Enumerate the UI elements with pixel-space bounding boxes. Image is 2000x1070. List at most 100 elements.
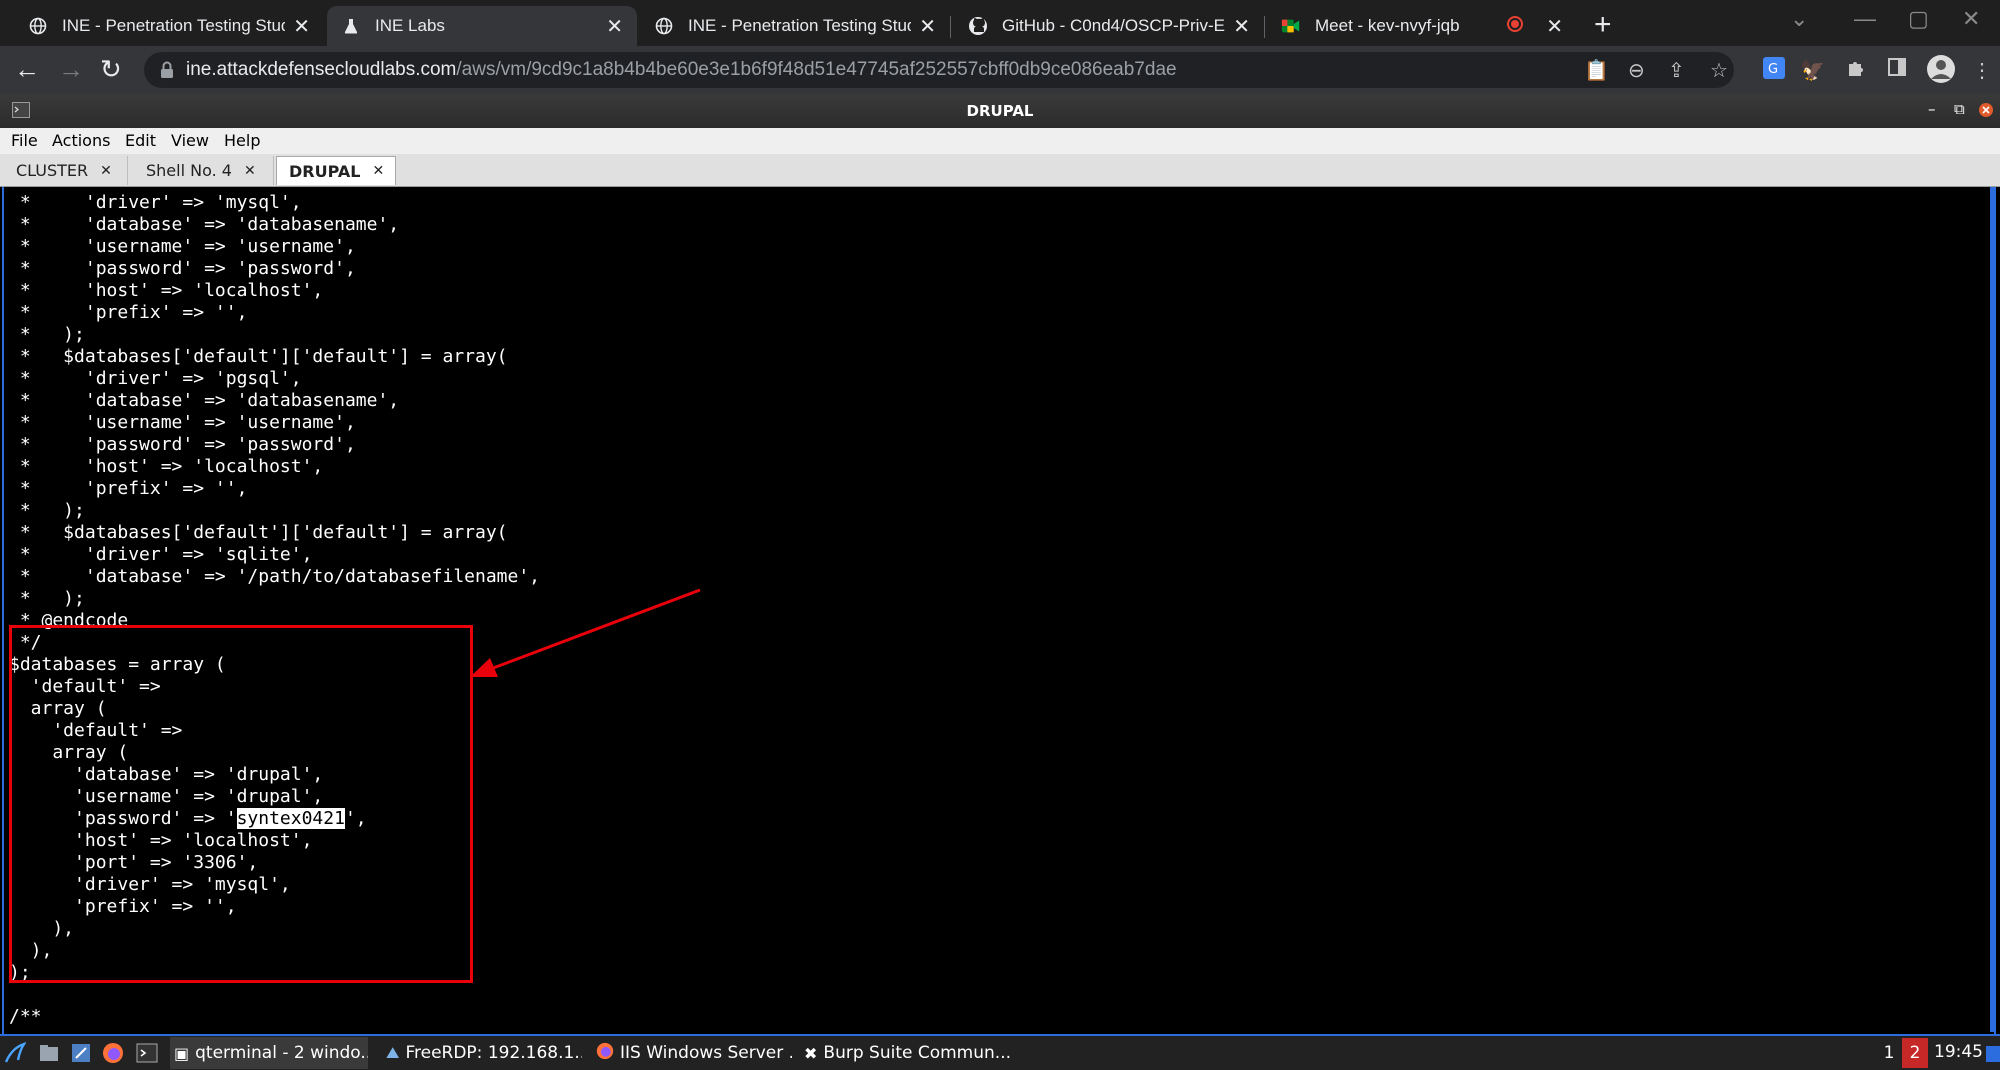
browser-tab-ine-pts-2[interactable]: INE - Penetration Testing Student ✕: [640, 6, 950, 46]
window-title: DRUPAL: [966, 102, 1034, 120]
back-button[interactable]: ←: [14, 54, 40, 85]
terminal-line: * 'password' => 'password',: [9, 258, 356, 279]
menu-help[interactable]: Help: [224, 131, 260, 150]
close-tab-icon[interactable]: ✕: [1546, 14, 1563, 39]
tab-label: CLUSTER: [16, 161, 89, 180]
new-tab-button[interactable]: +: [1594, 8, 1612, 42]
maximize-icon[interactable]: ⧉: [1954, 100, 1965, 118]
terminal-line: * 'database' => 'databasename',: [9, 390, 400, 411]
terminal-scrollbar[interactable]: [1990, 187, 1994, 1032]
menu-actions[interactable]: Actions: [52, 131, 110, 150]
address-bar[interactable]: ine.attackdefensecloudlabs.com/aws/vm/9c…: [144, 52, 1734, 88]
translate-extension-icon[interactable]: G: [1762, 56, 1786, 86]
terminal-line: * 'password' => 'password',: [9, 434, 356, 455]
workspace-2[interactable]: 2: [1902, 1038, 1928, 1068]
minimize-icon[interactable]: —: [1854, 6, 1876, 32]
tab-divider: [1264, 16, 1265, 38]
terminal-icon: ▣: [174, 1043, 190, 1063]
browser-tab-title: GitHub - C0nd4/OSCP-Priv-Esc: M: [1002, 16, 1225, 35]
close-tab-icon[interactable]: ✕: [606, 14, 623, 39]
terminal-line: * 'host' => 'localhost',: [9, 280, 324, 301]
close-tab-icon[interactable]: ✕: [293, 14, 310, 39]
close-window-icon[interactable]: ✕: [1962, 6, 1980, 32]
browser-tab-ine-pts-1[interactable]: INE - Penetration Testing Student ✕: [14, 6, 324, 46]
close-tab-icon[interactable]: ✕: [244, 163, 256, 179]
forward-button[interactable]: →: [58, 54, 84, 85]
profile-avatar-icon[interactable]: [1926, 54, 1956, 90]
terminal-app-icon: [12, 102, 30, 122]
terminal-line: * 'driver' => 'mysql',: [9, 192, 302, 213]
terminal-line: * );: [9, 324, 85, 345]
menu-kebab-icon[interactable]: ⋮: [1972, 58, 1992, 83]
extensions-puzzle-icon[interactable]: [1846, 58, 1866, 84]
tab-label: DRUPAL: [289, 161, 361, 181]
freerdp-icon: ⛰: [386, 1043, 400, 1062]
browser-tab-meet[interactable]: Meet - kev-nvyf-jqb ✕: [1267, 6, 1577, 46]
flask-icon: [341, 16, 361, 36]
maximize-icon[interactable]: ▢: [1908, 6, 1929, 32]
taskbar-task-freerdp[interactable]: ⛰ FreeRDP: 192.168.1...: [382, 1037, 582, 1069]
taskbar-task-burp[interactable]: ✖ Burp Suite Commun...: [800, 1037, 1010, 1069]
task-label: Burp Suite Commun...: [823, 1043, 1010, 1063]
terminal-line: * 'prefix' => '',: [9, 478, 248, 499]
browser-toolbar: ← → ↻ ine.attackdefensecloudlabs.com/aws…: [0, 46, 2000, 94]
browser-tab-strip: INE - Penetration Testing Student ✕ INE …: [0, 0, 2000, 46]
tab-shell-no-4[interactable]: Shell No. 4 ✕: [134, 156, 274, 185]
menu-bar: File Actions Edit View Help: [0, 128, 2000, 154]
globe-icon: [654, 16, 674, 36]
burp-icon: ✖: [804, 1043, 818, 1063]
close-tab-icon[interactable]: ✕: [372, 163, 384, 179]
browser-tab-ine-labs[interactable]: INE Labs ✕: [327, 6, 637, 46]
terminal-line: * 'driver' => 'sqlite',: [9, 544, 313, 565]
arrow-annotation-icon: [470, 588, 701, 677]
tab-label: Shell No. 4: [146, 161, 232, 180]
close-tab-icon[interactable]: ✕: [1233, 14, 1250, 39]
firefox-icon: [596, 1042, 614, 1064]
terminal-line: * $databases['default']['default'] = arr…: [9, 346, 508, 367]
kali-menu-icon[interactable]: [4, 1041, 27, 1064]
terminal-line: * );: [9, 500, 85, 521]
taskbar-task-iis[interactable]: IIS Windows Server ...: [592, 1037, 792, 1069]
tab-search-icon[interactable]: ⌄: [1790, 6, 1808, 32]
workspace-1[interactable]: 1: [1876, 1038, 1902, 1068]
task-label: qterminal - 2 windo...: [195, 1043, 368, 1063]
reload-button[interactable]: ↻: [100, 54, 122, 85]
show-desktop-button[interactable]: [1986, 1046, 2000, 1062]
browser-tab-title: INE - Penetration Testing Student: [688, 16, 911, 35]
clipboard-icon[interactable]: 📋: [1584, 58, 1609, 83]
menu-file[interactable]: File: [11, 131, 38, 150]
terminal-line: * 'username' => 'username',: [9, 412, 356, 433]
close-tab-icon[interactable]: ✕: [100, 163, 112, 179]
menu-edit[interactable]: Edit: [125, 131, 156, 150]
lock-icon[interactable]: [160, 61, 174, 84]
side-panel-icon[interactable]: [1888, 58, 1906, 82]
url-path: /aws/vm/9cd9c1a8b4b4be60e3e1b6f9f48d51e4…: [456, 59, 1177, 80]
zoom-icon[interactable]: ⊖: [1628, 58, 1645, 83]
taskbar-task-qterminal[interactable]: ▣ qterminal - 2 windo...: [170, 1037, 368, 1069]
menu-view[interactable]: View: [171, 131, 209, 150]
files-icon[interactable]: [38, 1042, 60, 1064]
globe-icon: [28, 16, 48, 36]
terminal-line: /**: [9, 1006, 42, 1027]
browser-tab-title: Meet - kev-nvyf-jqb: [1315, 16, 1460, 35]
svg-text:G: G: [1768, 62, 1778, 77]
close-window-icon[interactable]: [1978, 102, 1994, 122]
terminal-line: * 'username' => 'username',: [9, 236, 356, 257]
meet-icon: [1281, 16, 1301, 36]
bookmark-star-icon[interactable]: ☆: [1710, 58, 1728, 83]
tab-drupal[interactable]: DRUPAL ✕: [276, 156, 396, 185]
firefox-icon[interactable]: [102, 1042, 124, 1064]
minimize-icon[interactable]: –: [1928, 100, 1936, 118]
extension-icon[interactable]: 🦅: [1800, 58, 1825, 83]
share-icon[interactable]: ⇪: [1668, 58, 1685, 83]
highlight-box-annotation: [9, 625, 473, 983]
browser-tab-title: INE - Penetration Testing Student: [62, 16, 285, 35]
tab-cluster[interactable]: CLUSTER ✕: [4, 156, 128, 185]
browser-tab-github[interactable]: GitHub - C0nd4/OSCP-Priv-Esc: M ✕: [954, 6, 1264, 46]
github-icon: [968, 16, 988, 36]
close-tab-icon[interactable]: ✕: [919, 14, 936, 39]
terminal-icon[interactable]: [136, 1042, 158, 1064]
text-editor-icon[interactable]: [70, 1042, 92, 1064]
url-text: ine.attackdefensecloudlabs.com/aws/vm/9c…: [186, 59, 1177, 81]
